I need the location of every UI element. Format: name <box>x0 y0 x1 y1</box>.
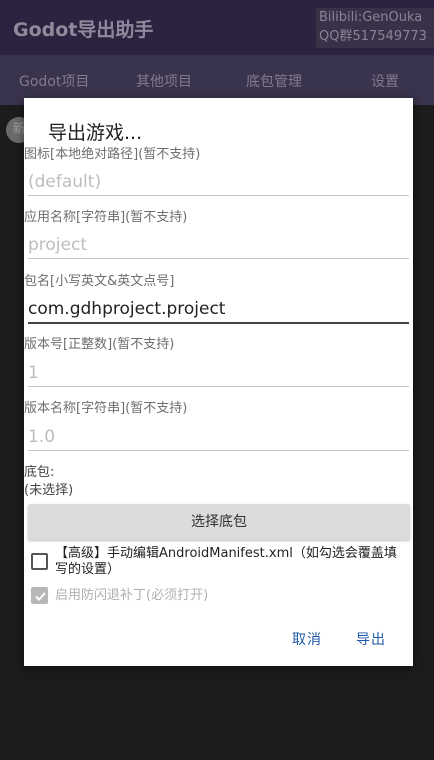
cancel-button[interactable]: 取消 <box>292 629 322 649</box>
tab-base-package-management[interactable]: 底包管理 <box>246 71 302 91</box>
tab-settings[interactable]: 设置 <box>371 71 399 91</box>
antiflash-patch-checkbox <box>31 587 48 604</box>
checkmark-icon <box>35 592 46 601</box>
export-game-dialog: 导出游戏... 图标[本地绝对路径](暂不支持) 应用名称[字符串](暂不支持)… <box>24 98 413 666</box>
app-title: Godot导出助手 <box>13 19 154 41</box>
app-name-input[interactable] <box>28 232 409 259</box>
package-name-input[interactable] <box>28 296 409 324</box>
base-package-value: (未选择) <box>24 483 74 498</box>
version-code-label: 版本号[正整数](暂不支持) <box>24 337 175 352</box>
select-base-package-button[interactable]: 选择底包 <box>28 504 410 540</box>
contact-bilibili: Bilibili:GenOuka <box>319 10 423 25</box>
tab-other-projects[interactable]: 其他项目 <box>136 71 192 91</box>
base-package-label: 底包: <box>24 465 55 480</box>
dialog-title: 导出游戏... <box>48 122 143 144</box>
version-name-input[interactable] <box>28 424 409 451</box>
tab-godot-projects[interactable]: Godot项目 <box>19 71 89 91</box>
export-button[interactable]: 导出 <box>356 629 386 649</box>
icon-path-label: 图标[本地绝对路径](暂不支持) <box>24 147 201 162</box>
advanced-manifest-label[interactable]: 【高级】手动编辑AndroidManifest.xml（如勾选会覆盖填写的设置） <box>55 546 407 578</box>
app-name-label: 应用名称[字符串](暂不支持) <box>24 210 188 225</box>
antiflash-patch-label: 启用防闪退补丁(必须打开) <box>55 588 209 603</box>
version-name-label: 版本名称[字符串](暂不支持) <box>24 401 188 416</box>
contact-qq-group: QQ群517549773 <box>319 29 427 44</box>
contact-info: Bilibili:GenOuka QQ群517549773 <box>316 8 434 48</box>
package-name-label: 包名[小写英文&英文点号] <box>24 274 175 289</box>
advanced-manifest-checkbox[interactable] <box>31 553 48 570</box>
version-code-input[interactable] <box>28 360 409 387</box>
app-bar: Godot导出助手 Bilibili:GenOuka QQ群517549773 <box>0 0 434 55</box>
icon-path-input[interactable] <box>28 169 409 196</box>
